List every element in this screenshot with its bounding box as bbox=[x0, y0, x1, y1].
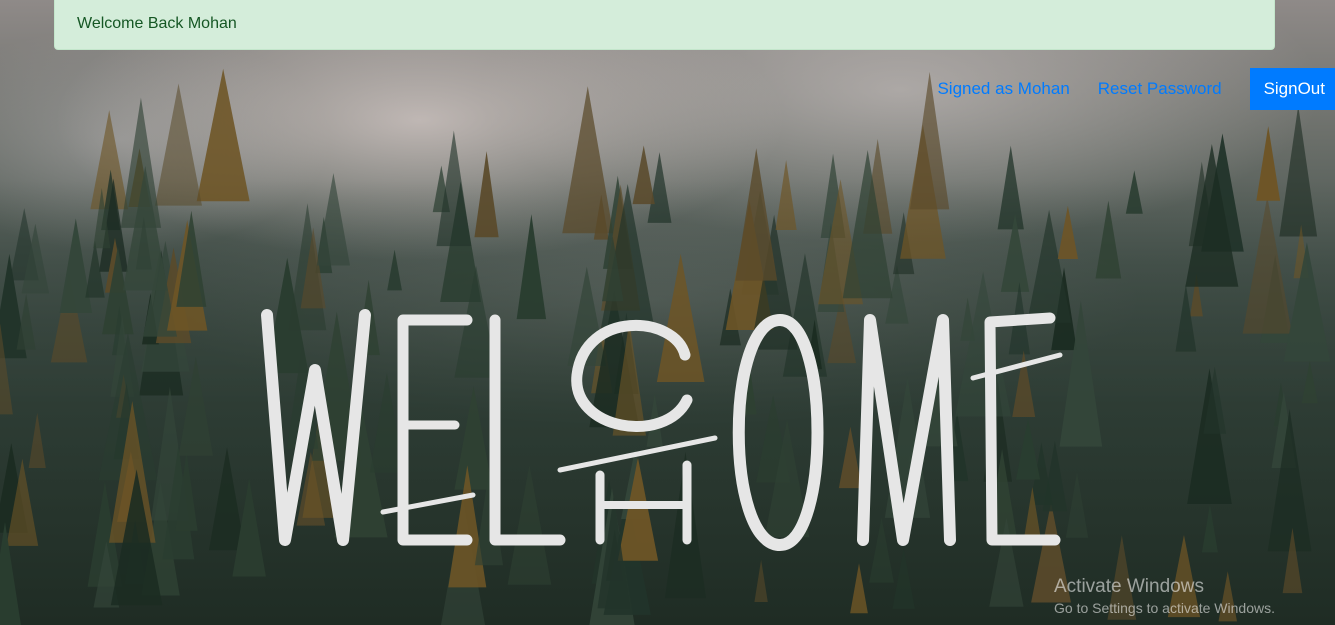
page: Welcome Back Mohan Signed as Mohan Reset… bbox=[0, 0, 1335, 625]
top-nav: Signed as Mohan Reset Password SignOut bbox=[937, 68, 1335, 110]
activate-windows-watermark: Activate Windows Go to Settings to activ… bbox=[1054, 576, 1275, 618]
watermark-subtitle: Go to Settings to activate Windows. bbox=[1054, 600, 1275, 616]
watermark-title: Activate Windows bbox=[1054, 576, 1204, 597]
welcome-hero-lettering bbox=[261, 309, 1063, 551]
signed-as-link[interactable]: Signed as Mohan bbox=[937, 79, 1069, 99]
alert-message: Welcome Back Mohan bbox=[77, 15, 237, 32]
signout-button[interactable]: SignOut bbox=[1249, 68, 1335, 110]
welcome-alert: Welcome Back Mohan bbox=[54, 0, 1275, 50]
reset-password-link[interactable]: Reset Password bbox=[1098, 79, 1222, 99]
